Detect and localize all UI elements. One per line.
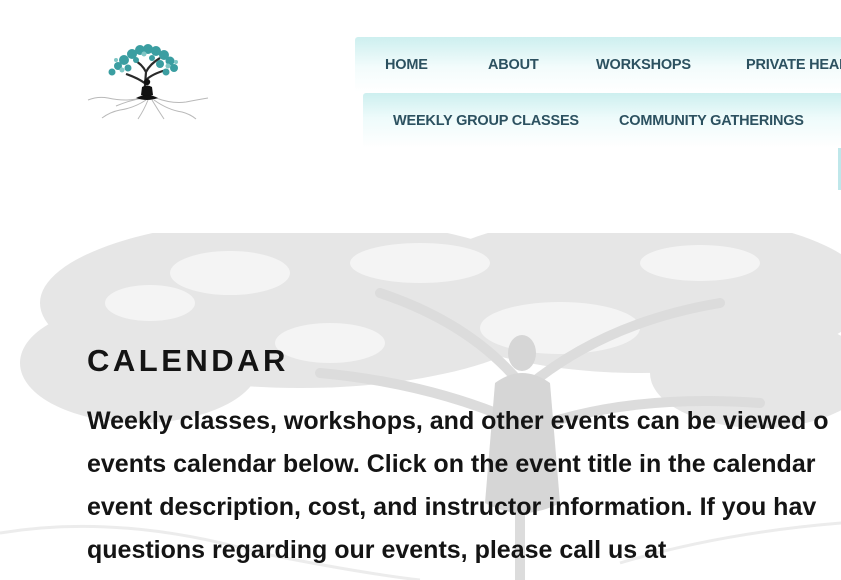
main-nav-row-1: HOME ABOUT WORKSHOPS PRIVATE HEAL <box>355 37 841 92</box>
nav-about[interactable]: ABOUT <box>488 57 539 73</box>
intro-line: events calendar below. Click on the even… <box>87 450 816 478</box>
page-title: CALENDAR <box>87 343 289 378</box>
intro-paragraph: Weekly classes, workshops, and other eve… <box>87 400 841 572</box>
nav-weekly-group-classes[interactable]: WEEKLY GROUP CLASSES <box>393 113 579 129</box>
intro-line: event description, cost, and instructor … <box>87 493 817 521</box>
nav-workshops[interactable]: WORKSHOPS <box>596 57 691 73</box>
tree-meditation-logo-icon[interactable] <box>86 40 210 120</box>
main-nav-row-2: WEEKLY GROUP CLASSES COMMUNITY GATHERING… <box>363 93 841 148</box>
nav-home[interactable]: HOME <box>385 57 428 73</box>
nav-community-gatherings[interactable]: COMMUNITY GATHERINGS <box>619 113 804 129</box>
intro-line: questions regarding our events, please c… <box>87 536 667 564</box>
nav-private-healing[interactable]: PRIVATE HEAL <box>746 57 841 73</box>
intro-line: Weekly classes, workshops, and other eve… <box>87 407 829 435</box>
